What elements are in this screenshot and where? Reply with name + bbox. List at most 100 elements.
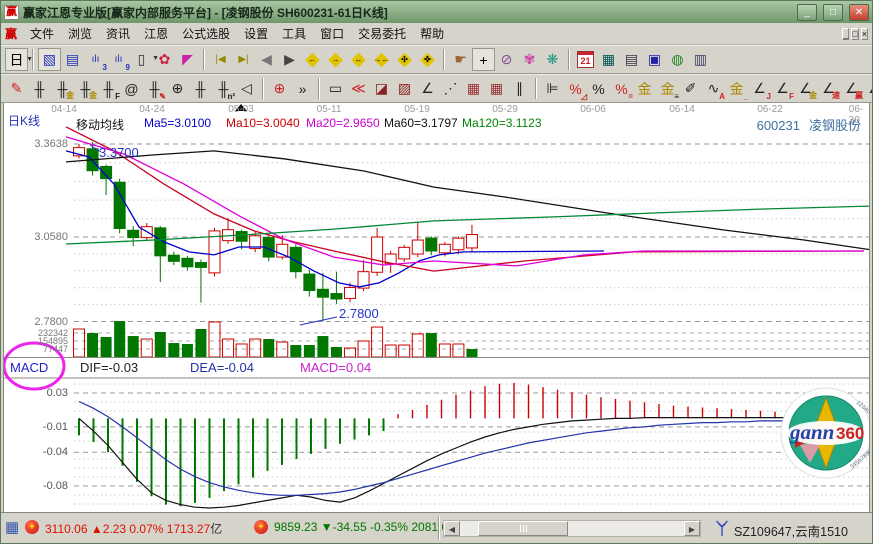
kline-9bar-icon[interactable]: ılı9 bbox=[107, 48, 130, 71]
remote-pc-icon[interactable]: ▥ bbox=[689, 48, 712, 71]
prev-page-icon[interactable]: ◀ bbox=[255, 48, 278, 71]
kline-3bar-icon[interactable]: ılı3 bbox=[84, 48, 107, 71]
gold-angle-icon[interactable]: ∠金 bbox=[794, 77, 817, 100]
connection-station-label: SZ109647,云南1510 bbox=[734, 521, 848, 540]
next-page-icon[interactable]: ▶ bbox=[278, 48, 301, 71]
wave-icon[interactable]: ∿A bbox=[702, 77, 725, 100]
menu-file[interactable]: 文件 bbox=[23, 25, 61, 43]
menu-formula-stock-pick[interactable]: 公式选股 bbox=[175, 25, 237, 43]
child-restore-button[interactable]: □ bbox=[851, 28, 858, 40]
j-angle-icon[interactable]: ∠J bbox=[748, 77, 771, 100]
zoom-in-x-icon[interactable]: ◆↔ bbox=[347, 48, 370, 71]
shift-left-icon[interactable]: ◆← bbox=[301, 48, 324, 71]
restore-button[interactable]: □ bbox=[823, 4, 843, 21]
notebook-icon[interactable]: ▤ bbox=[620, 48, 643, 71]
f10-info-icon[interactable]: ▤ bbox=[61, 48, 84, 71]
hatch-box-icon[interactable]: ▨ bbox=[393, 77, 416, 100]
candle-type-dropdown[interactable]: ▯▼ bbox=[130, 48, 153, 71]
brush2-icon[interactable]: ✐ bbox=[679, 77, 702, 100]
square-of-nine-icon[interactable]: ╫n² bbox=[212, 77, 235, 100]
flower-tool-icon[interactable]: ✾ bbox=[518, 48, 541, 71]
shift-right-icon[interactable]: ◆→ bbox=[324, 48, 347, 71]
calculator-icon[interactable]: ▦ bbox=[597, 48, 620, 71]
quote-table-icon[interactable]: ▦ bbox=[5, 518, 19, 536]
volume-distribution-icon[interactable]: ◤ bbox=[176, 48, 199, 71]
first-page-icon[interactable]: |◀ bbox=[209, 48, 232, 71]
menu-window[interactable]: 窗口 bbox=[313, 25, 351, 43]
horizontal-scrollbar[interactable]: ◀ ▶ bbox=[443, 520, 701, 537]
fan-lines-icon[interactable]: ≪ bbox=[347, 77, 370, 100]
chart-overview-icon[interactable]: ▧ bbox=[38, 48, 61, 71]
win-angle-icon[interactable]: ∠赢 bbox=[840, 77, 863, 100]
percent-icon[interactable]: % bbox=[587, 77, 610, 100]
four-angle-icon[interactable]: ∠四 bbox=[863, 77, 872, 100]
ma-legend-item: Ma5=3.0100 bbox=[144, 116, 211, 130]
grid-red2-icon[interactable]: ▦ bbox=[485, 77, 508, 100]
menu-help[interactable]: 帮助 bbox=[413, 25, 451, 43]
box-measure-icon[interactable]: ▭ bbox=[324, 77, 347, 100]
gann360-logo: gann360123456789012345678901234 bbox=[781, 388, 870, 478]
angle-ray-icon[interactable]: ∠ bbox=[416, 77, 439, 100]
child-minimize-button[interactable]: _ bbox=[842, 28, 849, 40]
scrollbar-thumb[interactable] bbox=[478, 521, 568, 536]
fit-all-icon[interactable]: ◆✜ bbox=[416, 48, 439, 71]
gann-grid-gold-icon[interactable]: ╫金 bbox=[51, 77, 74, 100]
plain-grid-icon[interactable]: ╫ bbox=[189, 77, 212, 100]
grid-red-icon[interactable]: ▦ bbox=[462, 77, 485, 100]
angle-tool-icon[interactable]: ◁ bbox=[235, 77, 258, 100]
chart-area[interactable]: gann360123456789012345678901234 日K线 移动均线… bbox=[3, 103, 870, 512]
save-icon[interactable]: ▣ bbox=[643, 48, 666, 71]
speed-angle-icon[interactable]: ∠速 bbox=[817, 77, 840, 100]
kline-macd-chart[interactable]: gann360123456789012345678901234 bbox=[4, 103, 870, 512]
menu-gann[interactable]: 江恩 bbox=[137, 25, 175, 43]
box-fan-icon[interactable]: ◪ bbox=[370, 77, 393, 100]
period-day-dropdown[interactable]: 日▼ bbox=[5, 48, 28, 71]
gann-grid-gold2-icon[interactable]: ╫金 bbox=[74, 77, 97, 100]
fib-grid-icon[interactable]: ╫F bbox=[97, 77, 120, 100]
rays-icon[interactable]: ⋰ bbox=[439, 77, 462, 100]
f-angle-icon[interactable]: ∠F bbox=[771, 77, 794, 100]
child-close-button[interactable]: × bbox=[861, 28, 868, 40]
gold-line-icon[interactable]: 金≡ bbox=[656, 77, 679, 100]
scroll-left-arrow[interactable]: ◀ bbox=[444, 521, 460, 536]
scroll-right-arrow[interactable]: ▶ bbox=[684, 521, 700, 536]
last-page-icon[interactable]: ▶| bbox=[232, 48, 255, 71]
more-tools-chevron[interactable]: » bbox=[291, 77, 314, 100]
grid-draw-icon[interactable]: ╫✎ bbox=[143, 77, 166, 100]
menu-news[interactable]: 资讯 bbox=[99, 25, 137, 43]
calendar-icon[interactable]: 21 bbox=[574, 48, 597, 71]
zoom-out-x-icon[interactable]: ◆→← bbox=[370, 48, 393, 71]
macd-dea-value: DEA=-0.04 bbox=[190, 360, 254, 375]
title-bar: 赢 赢家江恩专业版[赢家内部服务平台] - [凌钢股份 SH600231-61日… bbox=[1, 1, 872, 23]
drag-hand-icon[interactable]: ☛ bbox=[449, 48, 472, 71]
spiral-icon[interactable]: @ bbox=[120, 77, 143, 100]
cost-pattern-icon[interactable]: ✿ bbox=[153, 48, 176, 71]
macd-legend: MACD DIF=-0.03 DEA=-0.04 MACD=0.04 bbox=[4, 360, 869, 376]
minimize-button[interactable]: _ bbox=[797, 4, 817, 21]
gann-wheel-icon[interactable]: ⊕ bbox=[166, 77, 189, 100]
percent-line-icon[interactable]: %= bbox=[610, 77, 633, 100]
close-button[interactable]: ✕ bbox=[849, 4, 869, 21]
date-axis-label: 06-14 bbox=[669, 104, 695, 115]
menu-tools[interactable]: 工具 bbox=[275, 25, 313, 43]
compass-target-icon[interactable]: ⊕ bbox=[268, 77, 291, 100]
gold-underline-icon[interactable]: 金_ bbox=[725, 77, 748, 100]
hist-measure-icon[interactable]: ⊫ bbox=[541, 77, 564, 100]
scrollbar-track[interactable] bbox=[460, 521, 684, 536]
menu-browse[interactable]: 浏览 bbox=[61, 25, 99, 43]
gann-grid-icon[interactable]: ╫ bbox=[28, 77, 51, 100]
menu-trade[interactable]: 交易委托 bbox=[351, 25, 413, 43]
status-bar: ▦ ✦ 3110.06 ▲2.23 0.07% 1713.27亿 ✦ 9859.… bbox=[1, 512, 872, 543]
sz-index-value: 9859.23 bbox=[274, 520, 317, 534]
menu-settings[interactable]: 设置 bbox=[237, 25, 275, 43]
parallel-lines-icon[interactable]: ∥ bbox=[508, 77, 531, 100]
toolbar-separator bbox=[568, 49, 570, 70]
draw-line-icon[interactable]: ✎ bbox=[5, 77, 28, 100]
web-update-icon[interactable]: ◍ bbox=[666, 48, 689, 71]
percent-tri-icon[interactable]: %◿ bbox=[564, 77, 587, 100]
crosshair-icon[interactable]: + bbox=[472, 48, 495, 71]
magnify-icon[interactable]: ⊘ bbox=[495, 48, 518, 71]
mind-tool-icon[interactable]: ❋ bbox=[541, 48, 564, 71]
expand-all-icon[interactable]: ◆✣ bbox=[393, 48, 416, 71]
gold-circle-icon[interactable]: 金 bbox=[633, 77, 656, 100]
